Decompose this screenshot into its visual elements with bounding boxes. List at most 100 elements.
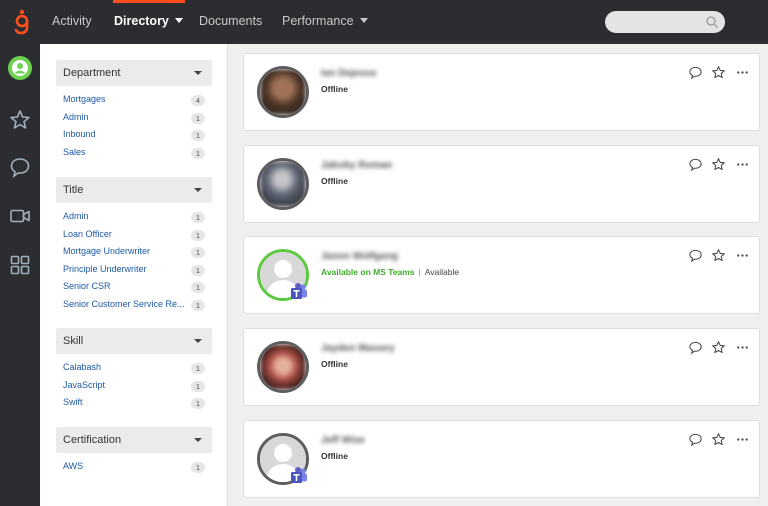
filter-item-label: Inbound: [63, 129, 96, 139]
chat-icon[interactable]: [688, 157, 703, 172]
person-name[interactable]: Ian Dejesus: [321, 68, 377, 79]
more-options-icon[interactable]: [735, 248, 750, 263]
genesys-logo-icon[interactable]: [10, 9, 34, 35]
filter-panel: Department Mortgages 4 Admin 1 Inbound 1 Sa…: [40, 44, 228, 506]
chat-icon[interactable]: [688, 432, 703, 447]
chat-icon[interactable]: [8, 155, 32, 179]
chevron-down-icon: [194, 339, 202, 343]
star-icon[interactable]: [711, 65, 726, 80]
star-icon[interactable]: [711, 248, 726, 263]
person-name[interactable]: Jayden Massey: [321, 343, 394, 354]
person-card[interactable]: Ian Dejesus Offline: [243, 53, 760, 131]
filter-item[interactable]: Loan Officer 1: [56, 226, 212, 244]
filter-item[interactable]: JavaScript 1: [56, 377, 212, 395]
filter-item-label: Loan Officer: [63, 228, 112, 239]
avatar[interactable]: [257, 341, 309, 393]
filter-item[interactable]: Admin 1: [56, 109, 212, 127]
filter-item-label: Senior Customer Service Re...: [63, 298, 185, 309]
count-badge: 1: [191, 112, 205, 124]
count-badge: 1: [191, 380, 205, 392]
filter-item[interactable]: Inbound 1: [56, 126, 212, 144]
chevron-down-icon: [194, 71, 202, 75]
filter-item[interactable]: Mortgage Underwriter 1: [56, 243, 212, 261]
count-badge: 1: [191, 212, 205, 223]
search-input[interactable]: [605, 11, 725, 33]
filter-item[interactable]: Mortgages 4: [56, 91, 212, 109]
star-icon[interactable]: [711, 432, 726, 447]
nav-activity[interactable]: Activity: [52, 0, 92, 44]
person-card[interactable]: Jakoby Roman Offline: [243, 145, 760, 223]
chevron-down-icon: [194, 188, 202, 192]
filter-item[interactable]: Admin 1: [56, 208, 212, 226]
presence-status: Offline: [321, 451, 348, 461]
status-label: Offline: [321, 84, 348, 94]
apps-icon[interactable]: [8, 253, 32, 277]
chat-icon[interactable]: [688, 65, 703, 80]
filter-title: Certification: [63, 434, 122, 446]
filter-item-label: Swift: [63, 397, 83, 407]
ms-teams-icon: [291, 283, 307, 299]
filter-group-title: Title Admin 1 Loan Officer 1 Mortgage Unde…: [56, 177, 212, 313]
filter-item-label: JavaScript: [63, 379, 106, 390]
filter-title: Skill: [63, 335, 84, 347]
nav-documents[interactable]: Documents: [199, 0, 262, 44]
profile-photo: [260, 344, 306, 390]
filter-item[interactable]: Principle Underwriter 1: [56, 261, 212, 279]
presence-status: Offline: [321, 359, 348, 369]
status-label: Available on MS Teams: [321, 267, 415, 277]
filter-item[interactable]: Calabash 1: [56, 359, 212, 377]
person-card[interactable]: Jeff Wise Offline: [243, 420, 760, 498]
top-nav-bar: Activity Directory Documents Performance: [0, 0, 768, 44]
user-icon: [12, 60, 28, 76]
filter-title: Department: [63, 67, 121, 79]
status-label: Offline: [321, 359, 348, 369]
nav-performance[interactable]: Performance: [282, 0, 368, 44]
filter-group-certification: Certification AWS 1: [56, 427, 212, 476]
filter-item[interactable]: Senior Customer Service Re... 1: [56, 296, 212, 314]
filter-group-department: Department Mortgages 4 Admin 1 Inbound 1 Sa…: [56, 60, 212, 161]
person-card[interactable]: Jayden Massey Offline: [243, 328, 760, 406]
filter-header-certification[interactable]: Certification: [56, 427, 212, 453]
star-icon[interactable]: [711, 340, 726, 355]
star-icon[interactable]: [711, 157, 726, 172]
search-icon[interactable]: [705, 15, 719, 29]
count-badge: 1: [191, 147, 205, 159]
filter-item-label: Admin: [63, 111, 89, 122]
filter-item-label: Sales: [63, 146, 86, 157]
avatar[interactable]: [257, 66, 309, 118]
person-name[interactable]: Jakoby Roman: [321, 160, 392, 171]
more-options-icon[interactable]: [735, 157, 750, 172]
star-icon[interactable]: [8, 108, 32, 132]
more-options-icon[interactable]: [735, 65, 750, 80]
filter-item-label: Senior CSR: [63, 281, 111, 291]
presence-status: Offline: [321, 176, 348, 186]
profile-photo: [260, 69, 306, 115]
filter-item[interactable]: AWS 1: [56, 458, 212, 476]
person-card[interactable]: Jason Wolfgang Available on MS Teams | Ava…: [243, 236, 760, 314]
filter-header-title[interactable]: Title: [56, 177, 212, 203]
filter-header-department[interactable]: Department: [56, 60, 212, 86]
video-icon[interactable]: [8, 204, 32, 228]
filter-item[interactable]: Sales 1: [56, 144, 212, 162]
filter-item-label: Admin: [63, 211, 89, 221]
more-options-icon[interactable]: [735, 340, 750, 355]
filter-header-skill[interactable]: Skill: [56, 328, 212, 354]
chevron-down-icon: [359, 18, 368, 23]
filter-item[interactable]: Senior CSR 1: [56, 278, 212, 296]
filter-group-skill: Skill Calabash 1 JavaScript 1 Swift 1: [56, 328, 212, 412]
filter-item-label: Mortgages: [63, 94, 106, 104]
profile-photo: [260, 161, 306, 207]
chevron-down-icon: [194, 438, 202, 442]
avatar[interactable]: [257, 158, 309, 210]
nav-directory-label: Directory: [114, 14, 169, 28]
filter-item[interactable]: Swift 1: [56, 394, 212, 412]
more-options-icon[interactable]: [735, 432, 750, 447]
nav-activity-label: Activity: [52, 14, 92, 28]
chat-icon[interactable]: [688, 248, 703, 263]
person-name[interactable]: Jeff Wise: [321, 435, 365, 446]
chat-icon[interactable]: [688, 340, 703, 355]
person-name[interactable]: Jason Wolfgang: [321, 251, 398, 262]
profile-avatar[interactable]: [8, 56, 32, 80]
count-badge: 1: [191, 247, 205, 258]
nav-directory[interactable]: Directory: [113, 0, 185, 44]
